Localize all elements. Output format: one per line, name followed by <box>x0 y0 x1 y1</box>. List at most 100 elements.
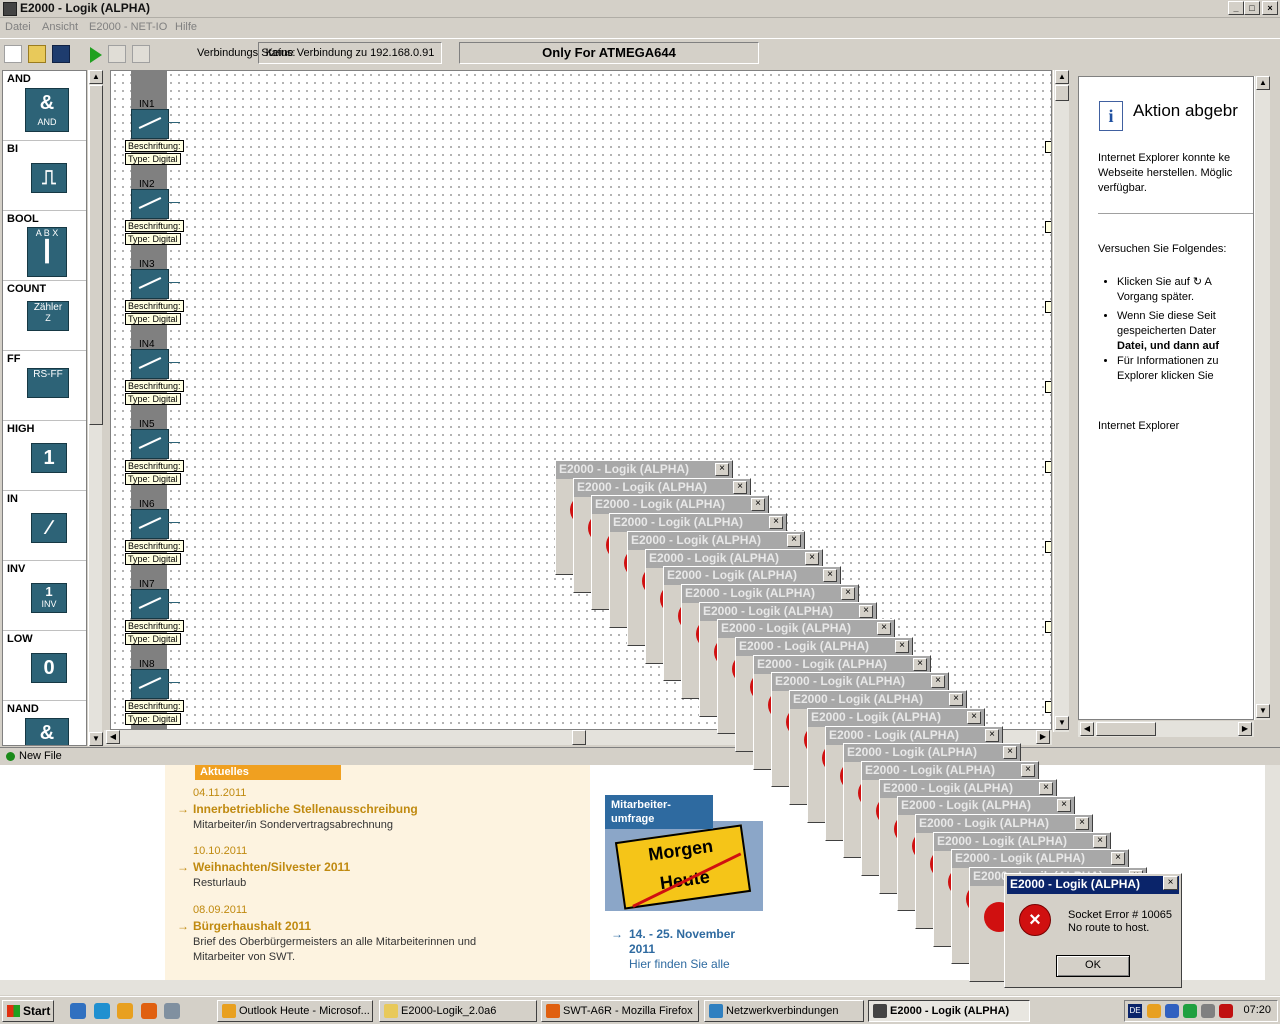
ghost-close-icon[interactable]: × <box>823 569 837 582</box>
scroll-right-icon[interactable]: ▶ <box>1036 730 1050 744</box>
new-file-icon[interactable] <box>4 45 22 63</box>
scroll-thumb[interactable] <box>1055 85 1069 101</box>
news-title[interactable]: Bürgerhaushalt 2011 <box>177 919 311 933</box>
logic-canvas[interactable]: IN1 Beschriftung: Type: Digital IN2 Besc… <box>110 70 1052 730</box>
input-block[interactable] <box>131 349 180 379</box>
ghost-close-icon[interactable]: × <box>1057 799 1071 812</box>
open-folder-icon[interactable] <box>28 45 46 63</box>
start-button[interactable]: Start <box>2 1000 54 1022</box>
news-title[interactable]: Weihnachten/Silvester 2011 <box>177 860 350 874</box>
ghost-close-icon[interactable]: × <box>1111 852 1125 865</box>
quicklaunch-tool-icon[interactable] <box>164 1003 180 1019</box>
task-e2000[interactable]: E2000 - Logik (ALPHA) <box>868 1000 1030 1022</box>
scroll-thumb[interactable] <box>1096 722 1156 736</box>
ghost-close-icon[interactable]: × <box>787 534 801 547</box>
blank-tool-icon[interactable] <box>132 45 150 63</box>
run-play-icon[interactable] <box>90 47 102 63</box>
menu-net-io[interactable]: E2000 - NET-IO <box>89 21 167 33</box>
output-pin[interactable] <box>168 682 180 683</box>
palette-item-high[interactable]: HIGH 1 <box>3 421 86 491</box>
palette-item-in[interactable]: IN ∕ <box>3 491 86 561</box>
palette-item-low[interactable]: LOW 0 <box>3 631 86 701</box>
ghost-close-icon[interactable]: × <box>913 658 927 671</box>
tray-icon[interactable] <box>1147 1004 1161 1018</box>
survey-sub[interactable]: Hier finden Sie alle <box>629 957 730 971</box>
palette-item-bi[interactable]: BI ⎍ <box>3 141 86 211</box>
palette-scrollbar[interactable]: ▲ ▼ <box>88 70 103 746</box>
tray-icon[interactable] <box>1219 1004 1233 1018</box>
input-block[interactable] <box>131 189 180 219</box>
site-vscrollbar[interactable] <box>1265 765 1280 980</box>
ghost-close-icon[interactable]: × <box>1003 746 1017 759</box>
ghost-close-icon[interactable]: × <box>949 693 963 706</box>
tray-icon[interactable] <box>1165 1004 1179 1018</box>
palette-item-inv[interactable]: INV 1 INV <box>3 561 86 631</box>
ghost-close-icon[interactable]: × <box>715 463 729 476</box>
output-pin[interactable] <box>168 602 180 603</box>
ie-hscrollbar[interactable]: ◀ ▶ <box>1078 721 1254 737</box>
minimize-button[interactable]: _ <box>1228 1 1244 15</box>
ghost-close-icon[interactable]: × <box>967 711 981 724</box>
palette-item-ff[interactable]: FF RS-FF <box>3 351 86 421</box>
ghost-close-icon[interactable]: × <box>1093 835 1107 848</box>
input-block[interactable] <box>131 269 180 299</box>
canvas-vscrollbar[interactable]: ▲ ▼ <box>1053 70 1069 732</box>
menu-datei[interactable]: Datei <box>5 21 31 33</box>
scroll-thumb[interactable] <box>572 730 586 745</box>
palette-item-bool[interactable]: BOOL A B X ┃ <box>3 211 86 281</box>
ok-button[interactable]: OK <box>1056 955 1130 977</box>
scroll-right-icon[interactable]: ▶ <box>1238 722 1252 736</box>
scroll-up-icon[interactable]: ▲ <box>1055 70 1069 84</box>
survey-link[interactable]: 14. - 25. November 2011 <box>611 927 735 957</box>
scroll-down-icon[interactable]: ▼ <box>1055 716 1069 730</box>
scroll-left-icon[interactable]: ◀ <box>106 730 120 744</box>
quicklaunch-firefox-icon[interactable] <box>141 1003 157 1019</box>
ie-suggestion-line[interactable]: Klicken Sie auf ↻ A <box>1117 276 1212 288</box>
input-block[interactable] <box>131 669 180 699</box>
ghost-close-icon[interactable]: × <box>985 729 999 742</box>
task-firefox[interactable]: SWT-A6R - Mozilla Firefox <box>541 1000 699 1022</box>
quicklaunch-ie-icon[interactable] <box>94 1003 110 1019</box>
input-block[interactable] <box>131 429 180 459</box>
output-pin[interactable] <box>168 122 180 123</box>
task-network[interactable]: Netzwerkverbindungen <box>704 1000 864 1022</box>
scroll-thumb[interactable] <box>89 85 103 425</box>
news-title[interactable]: Innerbetriebliche Stellenausschreibung <box>177 802 418 816</box>
ie-scrollbar[interactable]: ▲ ▼ <box>1254 76 1270 720</box>
save-disk-icon[interactable] <box>52 45 70 63</box>
output-pin[interactable] <box>168 442 180 443</box>
scroll-down-icon[interactable]: ▼ <box>89 732 103 746</box>
ghost-close-icon[interactable]: × <box>805 552 819 565</box>
ghost-close-icon[interactable]: × <box>895 640 909 653</box>
palette-item-nand[interactable]: NAND & <box>3 701 86 745</box>
scroll-up-icon[interactable]: ▲ <box>89 70 103 84</box>
ghost-close-icon[interactable]: × <box>841 587 855 600</box>
ghost-close-icon[interactable]: × <box>859 605 873 618</box>
ghost-close-icon[interactable]: × <box>769 516 783 529</box>
scroll-down-icon[interactable]: ▼ <box>1256 704 1270 718</box>
tray-icon[interactable] <box>1201 1004 1215 1018</box>
maximize-button[interactable]: □ <box>1244 1 1260 15</box>
output-pin[interactable] <box>168 202 180 203</box>
tray-icon[interactable] <box>1183 1004 1197 1018</box>
scroll-up-icon[interactable]: ▲ <box>1256 76 1270 90</box>
task-explorer[interactable]: E2000-Logik_2.0a6 <box>379 1000 537 1022</box>
menu-ansicht[interactable]: Ansicht <box>42 21 78 33</box>
quicklaunch-outlook-icon[interactable] <box>117 1003 133 1019</box>
ghost-close-icon[interactable]: × <box>733 481 747 494</box>
scroll-left-icon[interactable]: ◀ <box>1080 722 1094 736</box>
menu-hilfe[interactable]: Hilfe <box>175 21 197 33</box>
close-button[interactable]: × <box>1262 1 1278 15</box>
ghost-close-icon[interactable]: × <box>751 498 765 511</box>
input-block[interactable] <box>131 589 180 619</box>
input-block[interactable] <box>131 109 180 139</box>
quicklaunch-desktop-icon[interactable] <box>70 1003 86 1019</box>
dialog-close-icon[interactable]: × <box>1163 876 1178 890</box>
ghost-close-icon[interactable]: × <box>1021 764 1035 777</box>
ghost-close-icon[interactable]: × <box>877 622 891 635</box>
output-pin[interactable] <box>168 282 180 283</box>
task-outlook[interactable]: Outlook Heute - Microsof... <box>217 1000 373 1022</box>
input-block[interactable] <box>131 509 180 539</box>
stop-icon[interactable] <box>108 45 126 63</box>
palette-item-and[interactable]: AND & AND <box>3 71 86 141</box>
